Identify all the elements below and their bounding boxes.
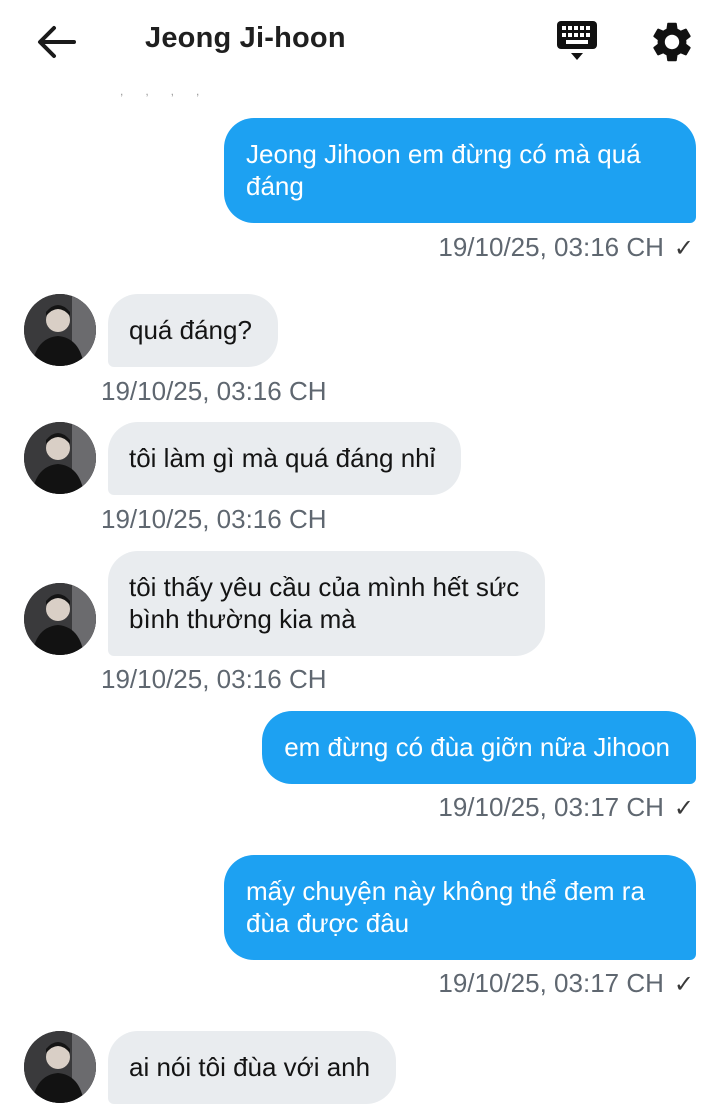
message-text: tôi làm gì mà quá đáng nhỉ	[129, 443, 436, 473]
avatar[interactable]	[24, 294, 96, 366]
profile-photo	[24, 422, 96, 494]
sent-check-icon: ✓	[673, 971, 694, 998]
message-text: mấy chuyện này không thể đem ra đùa được…	[246, 876, 645, 938]
profile-photo	[24, 1031, 96, 1103]
incoming-message[interactable]: ai nói tôi đùa với anh	[108, 1031, 397, 1104]
outgoing-message[interactable]: em đừng có đùa giỡn nữa Jihoon	[262, 711, 696, 784]
contact-name: Jeong Ji-hoon	[145, 22, 346, 54]
message-timestamp: 19/10/25, 03:16 CH	[101, 504, 327, 534]
message-text: tôi thấy yêu cầu của mình hết sức bình t…	[129, 572, 520, 634]
message-timestamp: 19/10/25, 03:17 CH ✓	[438, 968, 694, 999]
timestamp-text: 19/10/25, 03:17 CH	[438, 792, 664, 822]
timestamp-text: 19/10/25, 03:16 CH	[438, 232, 664, 262]
sent-check-icon: ✓	[673, 235, 694, 262]
avatar[interactable]	[24, 1031, 96, 1103]
avatar[interactable]	[24, 583, 96, 655]
message-timestamp: 19/10/25, 03:17 CH ✓	[438, 792, 694, 823]
avatar[interactable]	[24, 422, 96, 494]
settings-button[interactable]	[648, 18, 696, 66]
profile-photo	[24, 583, 96, 655]
back-button[interactable]	[34, 20, 78, 64]
message-text: ai nói tôi đùa với anh	[129, 1052, 371, 1082]
keyboard-button[interactable]	[552, 18, 602, 64]
timestamp-text: 19/10/25, 03:17 CH	[438, 968, 664, 998]
gear-icon	[653, 22, 691, 62]
arrow-left-icon	[38, 26, 76, 58]
clipped-previous-text: ,,,,	[120, 84, 222, 98]
incoming-message[interactable]: tôi thấy yêu cầu của mình hết sức bình t…	[108, 551, 546, 656]
outgoing-message[interactable]: mấy chuyện này không thể đem ra đùa được…	[224, 855, 696, 960]
message-timestamp: 19/10/25, 03:16 CH ✓	[438, 232, 694, 263]
message-timestamp: 19/10/25, 03:16 CH	[101, 664, 327, 694]
message-text: Jeong Jihoon em đừng có mà quá đáng	[246, 139, 641, 201]
message-text: em đừng có đùa giỡn nữa Jihoon	[284, 732, 670, 762]
chat-header: Jeong Ji-hoon	[0, 0, 720, 82]
message-timestamp: 19/10/25, 03:16 CH	[101, 376, 327, 406]
keyboard-icon	[557, 21, 597, 60]
sent-check-icon: ✓	[673, 795, 694, 822]
outgoing-message[interactable]: Jeong Jihoon em đừng có mà quá đáng	[224, 118, 696, 223]
incoming-message[interactable]: quá đáng?	[108, 294, 278, 367]
message-text: quá đáng?	[129, 315, 252, 345]
profile-photo	[24, 294, 96, 366]
incoming-message[interactable]: tôi làm gì mà quá đáng nhỉ	[108, 422, 462, 495]
